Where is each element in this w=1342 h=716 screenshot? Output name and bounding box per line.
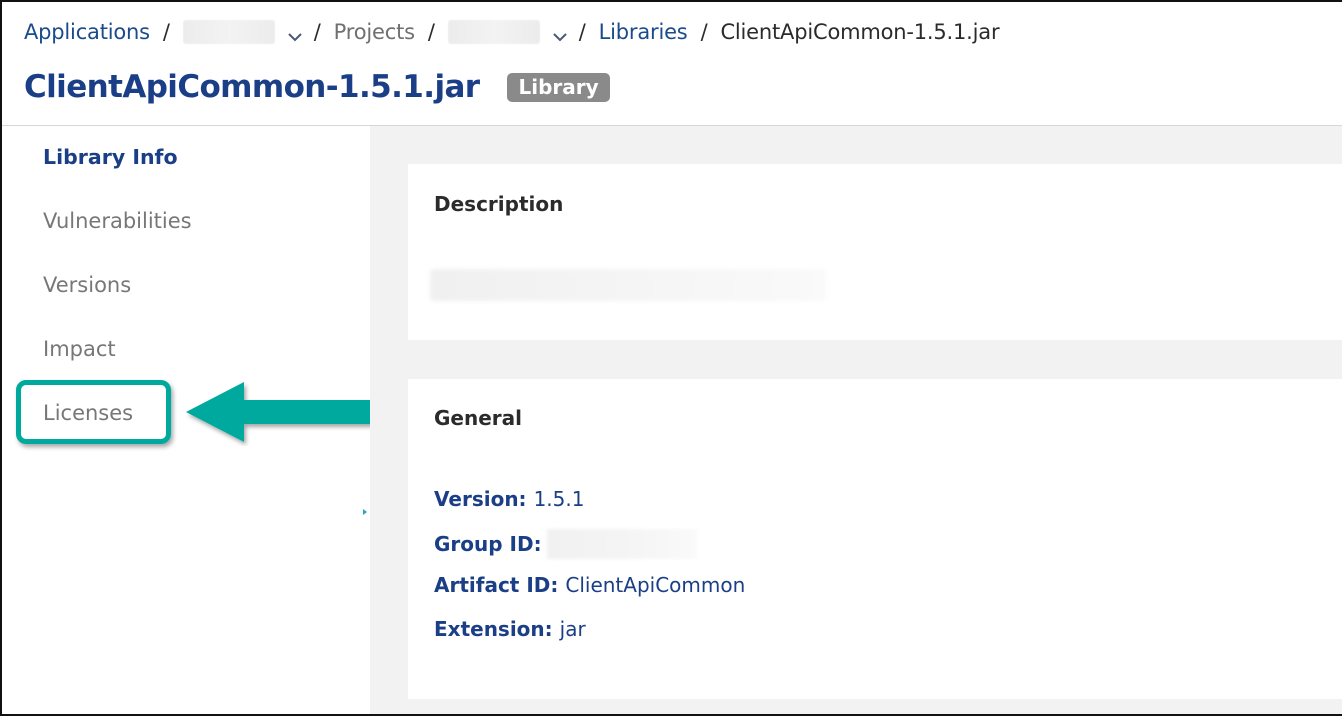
sidebar-item-versions[interactable]: Versions [43,273,131,297]
app-window: Applications / / Projects / / Libraries … [0,0,1342,716]
group-id-field: Group ID: [434,529,697,559]
version-value: 1.5.1 [533,487,585,511]
page-title-row: ClientApiCommon-1.5.1.jar Library [24,64,610,110]
breadcrumb-separator: / [427,20,435,44]
breadcrumb-separator: / [700,20,708,44]
redacted-project-name [447,20,540,44]
breadcrumb-libraries[interactable]: Libraries [599,20,688,44]
breadcrumb-separator: / [162,20,170,44]
artifact-id-field: Artifact ID: ClientApiCommon [434,573,745,597]
breadcrumb-projects[interactable]: Projects [334,20,415,44]
breadcrumb-applications[interactable]: Applications [24,20,150,44]
version-field: Version: 1.5.1 [434,487,584,511]
breadcrumb: Applications / / Projects / / Libraries … [24,16,1000,48]
redacted-group-id [546,529,697,559]
artifact-id-label: Artifact ID: [434,573,559,597]
extension-field: Extension: jar [434,617,586,641]
collapse-sidebar-caret-icon[interactable] [363,509,367,515]
sidebar-item-library-info[interactable]: Library Info [43,145,178,169]
licenses-highlight-annotation [16,380,171,444]
general-heading: General [434,406,522,430]
chevron-down-icon[interactable] [552,25,567,42]
redacted-description-text [430,269,826,301]
general-card: General Version: 1.5.1 Group ID: Artifac… [408,379,1342,699]
version-label: Version: [434,487,527,511]
arrow-left-icon [186,382,388,442]
artifact-id-value: ClientApiCommon [565,573,746,597]
group-id-label: Group ID: [434,532,542,556]
extension-label: Extension: [434,617,553,641]
library-badge: Library [507,72,610,102]
page-title: ClientApiCommon-1.5.1.jar [24,69,480,105]
chevron-down-icon[interactable] [287,25,302,42]
breadcrumb-separator: / [313,20,321,44]
redacted-application-name [182,20,275,44]
description-card: Description [408,164,1342,340]
breadcrumb-current: ClientApiCommon-1.5.1.jar [720,20,1000,44]
sidebar-item-impact[interactable]: Impact [43,337,116,361]
sidebar-item-vulnerabilities[interactable]: Vulnerabilities [43,209,192,233]
main-content: Description General Version: 1.5.1 Group… [370,126,1342,714]
description-heading: Description [434,192,564,216]
breadcrumb-separator: / [578,20,586,44]
extension-value: jar [559,617,586,641]
